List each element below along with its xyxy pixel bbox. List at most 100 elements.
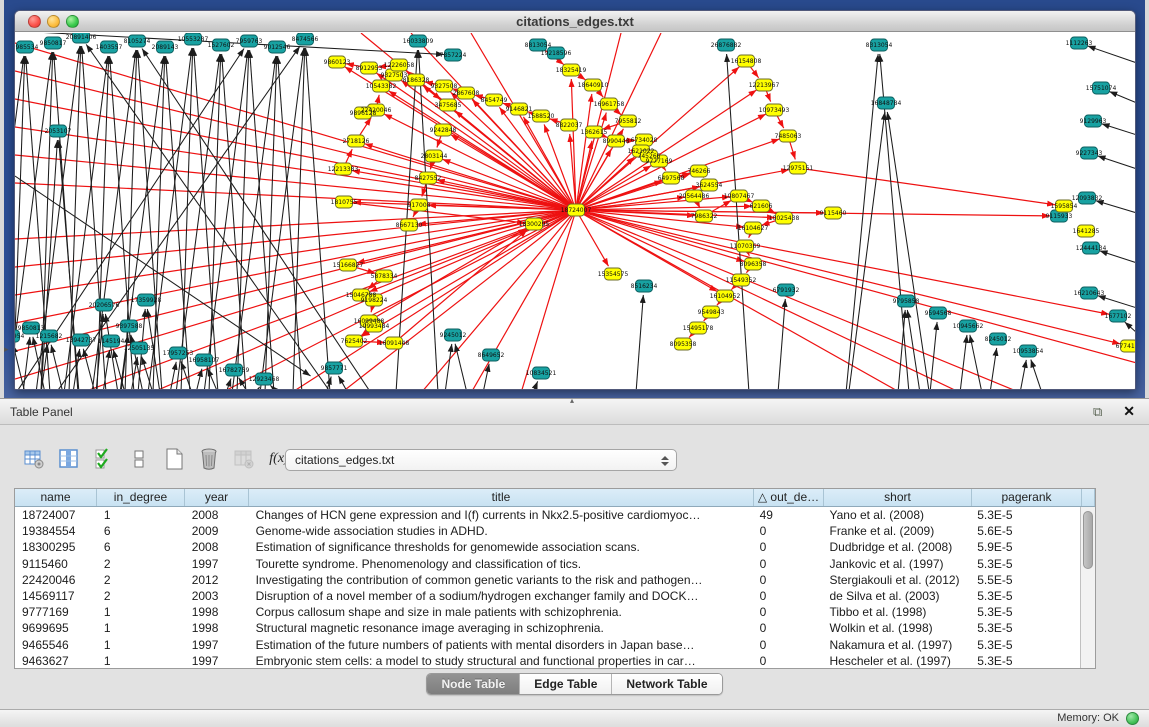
column-header-year[interactable]: year: [185, 489, 249, 506]
edge[interactable]: [142, 357, 153, 390]
cell-in_degree[interactable]: 2: [97, 588, 185, 604]
cell-name[interactable]: 9115460: [15, 556, 97, 572]
edge[interactable]: [1098, 296, 1136, 308]
cell-short[interactable]: Hescheler et al. (1997): [822, 653, 970, 668]
cell-in_degree[interactable]: 1: [97, 604, 185, 620]
cell-title[interactable]: Investigating the contribution of common…: [249, 572, 753, 588]
new-table-icon[interactable]: [162, 446, 186, 472]
edge[interactable]: [533, 381, 538, 390]
edge[interactable]: [1020, 360, 1026, 390]
citation-edge[interactable]: [576, 210, 1109, 314]
cell-short[interactable]: Franke et al. (2009): [822, 523, 970, 539]
cell-pagerank[interactable]: 5.9E-5: [970, 539, 1080, 555]
cell-name[interactable]: 19384554: [15, 523, 97, 539]
citation-edge[interactable]: [576, 210, 1120, 344]
cell-in_degree[interactable]: 1: [97, 653, 185, 668]
table-row[interactable]: 1938455462009Genome-wide association stu…: [15, 523, 1080, 539]
edge[interactable]: [23, 337, 30, 390]
table-row[interactable]: 946554611997Estimation of the future num…: [15, 637, 1080, 653]
edge[interactable]: [990, 348, 997, 390]
cell-name[interactable]: 9465546: [15, 637, 97, 653]
cell-in_degree[interactable]: 1: [97, 620, 185, 636]
cell-out_de[interactable]: 0: [753, 604, 823, 620]
column-header-short[interactable]: short: [824, 489, 972, 506]
node-attribute-table[interactable]: namein_degreeyeartitle△ out_de…shortpage…: [14, 488, 1096, 669]
edge[interactable]: [1031, 360, 1042, 390]
edge[interactable]: [306, 48, 330, 390]
cell-out_de[interactable]: 0: [753, 539, 823, 555]
cell-year[interactable]: 1997: [185, 653, 249, 668]
edge[interactable]: [338, 376, 348, 390]
citation-edge[interactable]: [394, 230, 527, 343]
cell-out_de[interactable]: 0: [753, 637, 823, 653]
cell-pagerank[interactable]: 5.3E-5: [970, 507, 1080, 523]
delete-table-icon[interactable]: [232, 446, 256, 472]
table-row[interactable]: 969969511998Structural magnetic resonanc…: [15, 620, 1080, 636]
cell-title[interactable]: Changes of HCN gene expression and I(f) …: [249, 507, 753, 523]
show-columns-icon[interactable]: [57, 446, 81, 472]
cell-out_de[interactable]: 0: [753, 523, 823, 539]
panel-splitter-handle-icon[interactable]: ▴: [570, 396, 574, 405]
citation-edge[interactable]: [571, 79, 576, 210]
edge[interactable]: [170, 362, 176, 390]
edge[interactable]: [1125, 322, 1136, 333]
cell-title[interactable]: Genome-wide association studies in ADHD.: [249, 523, 753, 539]
edge[interactable]: [887, 112, 929, 390]
cell-in_degree[interactable]: 1: [97, 507, 185, 523]
minimize-window-button[interactable]: [47, 15, 60, 28]
cell-name[interactable]: 22420046: [15, 572, 97, 588]
cell-name[interactable]: 9699695: [15, 620, 97, 636]
cell-year[interactable]: 1998: [185, 604, 249, 620]
column-header-name[interactable]: name: [15, 489, 97, 506]
edge[interactable]: [960, 335, 967, 390]
edge[interactable]: [445, 344, 452, 390]
network-graph[interactable]: 1872400718300295882203715885209146821845…: [15, 33, 1136, 390]
close-window-button[interactable]: [28, 15, 41, 28]
table-row[interactable]: 1872400712008Changes of HCN gene express…: [15, 507, 1080, 523]
cell-title[interactable]: Embryonic stem cells: a model to study s…: [249, 653, 753, 668]
edge[interactable]: [41, 140, 57, 390]
edge[interactable]: [1109, 91, 1136, 103]
edge[interactable]: [1098, 156, 1136, 169]
edge[interactable]: [256, 387, 260, 390]
cell-title[interactable]: Disruption of a novel member of a sodium…: [249, 588, 753, 604]
cell-name[interactable]: 18300295: [15, 539, 97, 555]
edge[interactable]: [970, 335, 982, 390]
edge[interactable]: [1100, 251, 1136, 263]
citation-edge[interactable]: [15, 210, 576, 239]
cell-in_degree[interactable]: 2: [97, 572, 185, 588]
cell-pagerank[interactable]: 5.3E-5: [970, 604, 1080, 620]
edge[interactable]: [293, 48, 305, 390]
select-all-icon[interactable]: [92, 446, 116, 472]
edge[interactable]: [455, 344, 467, 390]
network-canvas[interactable]: 1872400718300295882203715885209146821845…: [15, 33, 1136, 390]
citation-edge[interactable]: [15, 155, 576, 210]
cell-short[interactable]: Dudbridge et al. (2008): [822, 539, 970, 555]
cell-year[interactable]: 1998: [185, 620, 249, 636]
cell-pagerank[interactable]: 5.3E-5: [970, 588, 1080, 604]
edge[interactable]: [260, 48, 304, 390]
cell-year[interactable]: 2008: [185, 507, 249, 523]
cell-short[interactable]: Tibbo et al. (1998): [822, 604, 970, 620]
cell-year[interactable]: 1997: [185, 556, 249, 572]
edge[interactable]: [1088, 46, 1136, 63]
window-titlebar[interactable]: citations_edges.txt: [15, 11, 1135, 32]
cell-short[interactable]: Nakamura et al. (1997): [822, 637, 970, 653]
cell-out_de[interactable]: 0: [753, 556, 823, 572]
tab-node-table[interactable]: Node Table: [427, 674, 520, 694]
cell-pagerank[interactable]: 5.3E-5: [970, 637, 1080, 653]
cell-short[interactable]: Jankovic et al. (1997): [822, 556, 970, 572]
cell-title[interactable]: Estimation of significance thresholds fo…: [249, 539, 753, 555]
cell-title[interactable]: Structural magnetic resonance image aver…: [249, 620, 753, 636]
cell-pagerank[interactable]: 5.6E-5: [970, 523, 1080, 539]
table-row[interactable]: 911546021997Tourette syndrome. Phenomeno…: [15, 556, 1080, 572]
table-row[interactable]: 1830029562008Estimation of significance …: [15, 539, 1080, 555]
cell-short[interactable]: Yano et al. (2008): [822, 507, 970, 523]
cell-name[interactable]: 9777169: [15, 604, 97, 620]
cell-short[interactable]: Stergiakouli et al. (2012): [822, 572, 970, 588]
scrollbar-thumb[interactable]: [1083, 511, 1093, 569]
cell-pagerank[interactable]: 5.5E-5: [970, 572, 1080, 588]
column-header-out_de[interactable]: △ out_de…: [754, 489, 824, 506]
edge[interactable]: [636, 295, 643, 390]
tab-edge-table[interactable]: Edge Table: [520, 674, 612, 694]
